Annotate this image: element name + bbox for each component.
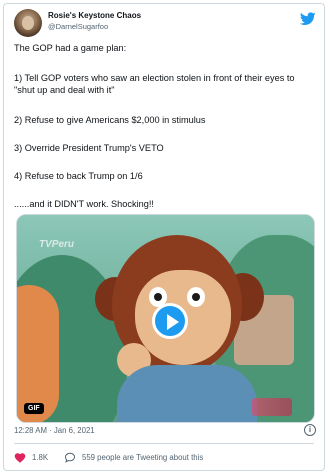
like-count[interactable]: 1.8K [32, 453, 48, 462]
tweeting-about-link[interactable]: 559 people are Tweeting about this [82, 453, 203, 462]
tv-watermark: TVPeru [39, 239, 75, 250]
play-icon[interactable] [152, 303, 188, 339]
tweet-line: The GOP had a game plan: [14, 43, 127, 53]
divider [14, 443, 314, 444]
timestamp[interactable]: 12:28 AM · Jan 6, 2021 [14, 426, 95, 435]
comment-icon[interactable] [64, 452, 76, 463]
avatar[interactable] [14, 9, 42, 37]
twitter-bird-icon[interactable] [300, 12, 316, 26]
author-name[interactable]: Rosie's Keystone Chaos [48, 11, 141, 20]
gif-media[interactable]: TVPeru GIF [16, 214, 315, 423]
tweet-line: 3) Override President Trump's VETO [14, 143, 164, 153]
info-icon[interactable]: i [304, 424, 316, 436]
tweet-line: 4) Refuse to back Trump on 1/6 [14, 171, 143, 181]
tweet-line: 1) Tell GOP voters who saw an election s… [14, 73, 295, 95]
gif-badge: GIF [24, 403, 44, 414]
heart-icon[interactable] [14, 452, 26, 463]
tweet-line: ......and it DIDN'T work. Shocking!! [14, 199, 154, 209]
author-handle[interactable]: @DarnelSugarfoo [48, 22, 108, 31]
tweet-card: Rosie's Keystone Chaos @DarnelSugarfoo T… [3, 3, 325, 471]
tweet-line: 2) Refuse to give Americans $2,000 in st… [14, 115, 206, 125]
